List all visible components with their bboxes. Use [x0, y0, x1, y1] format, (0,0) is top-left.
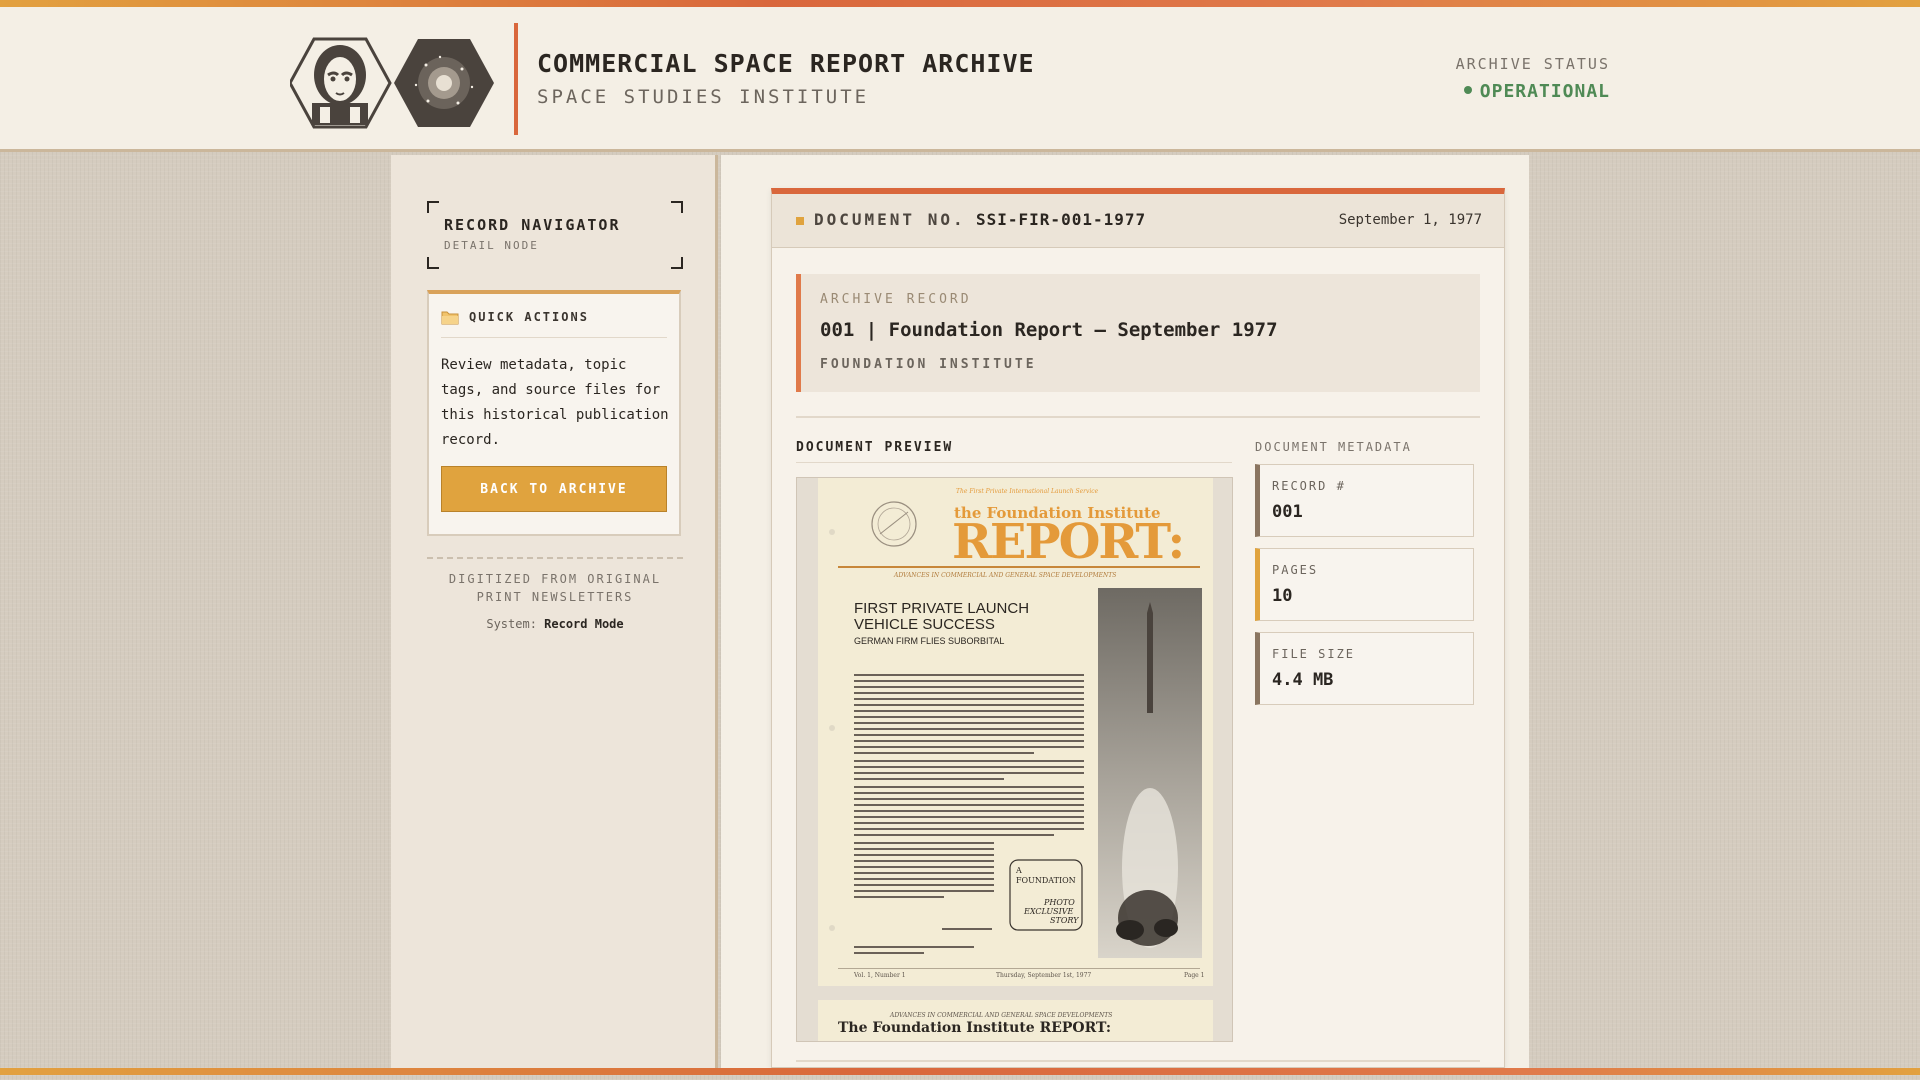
- system-label: System:: [486, 617, 537, 631]
- article-subhead: GERMAN FIRM FLIES SUBORBITAL: [854, 636, 1005, 646]
- bracket-corner-icon: [427, 257, 439, 269]
- page-footer-left: Vol. 1, Number 1: [854, 972, 906, 979]
- archive-status-label: ARCHIVE STATUS: [1455, 55, 1610, 73]
- quick-actions-title: QUICK ACTIONS: [469, 310, 589, 324]
- sidebar: RECORD NAVIGATOR DETAIL NODE QUICK ACTIO…: [391, 155, 718, 1068]
- archive-record-label: ARCHIVE RECORD: [820, 292, 972, 307]
- document-preview-frame[interactable]: The First Private International Launch S…: [796, 477, 1233, 1042]
- site-title: COMMERCIAL SPACE REPORT ARCHIVE: [537, 49, 1035, 78]
- sidebar-divider: [427, 557, 683, 559]
- archive-record-title: 001 | Foundation Report — September 1977: [820, 319, 1278, 341]
- back-to-archive-button[interactable]: BACK TO ARCHIVE: [441, 466, 667, 512]
- page2-tagline: ADVANCES IN COMMERCIAL AND GENERAL SPACE…: [890, 1012, 1113, 1019]
- folder-icon: [441, 311, 459, 325]
- metadata-record-number: RECORD # 001: [1255, 464, 1474, 537]
- status-dot-icon: [1463, 86, 1472, 94]
- document-number-value: SSI-FIR-001-1977: [976, 210, 1147, 229]
- header-divider: [514, 23, 518, 135]
- bottom-accent-stripe: [0, 1068, 1920, 1075]
- metadata-key: RECORD #: [1272, 479, 1346, 493]
- metadata-file-size: FILE SIZE 4.4 MB: [1255, 632, 1474, 705]
- metadata-value: 4.4 MB: [1272, 670, 1334, 690]
- document-preview-label: DOCUMENT PREVIEW: [796, 440, 954, 455]
- document-number-label: DOCUMENT NO.: [814, 210, 966, 229]
- site-header: COMMERCIAL SPACE REPORT ARCHIVE SPACE ST…: [0, 7, 1920, 152]
- page-footer-right: Page 1: [1184, 972, 1205, 979]
- bracket-corner-icon: [671, 257, 683, 269]
- archive-record-org: FOUNDATION INSTITUTE: [820, 357, 1037, 372]
- preview-rule: [796, 462, 1232, 463]
- document-bottom-rule: [796, 1060, 1480, 1062]
- badge-line-1: A: [1016, 866, 1022, 875]
- quick-actions-card: QUICK ACTIONS Review metadata, topic tag…: [427, 290, 681, 536]
- badge-line-5: STORY: [1050, 916, 1079, 925]
- rocket-launch-photo: [1098, 588, 1202, 958]
- article-headline-1: FIRST PRIVATE LAUNCH: [854, 600, 1030, 617]
- document-metadata-label: DOCUMENT METADATA: [1255, 440, 1412, 454]
- navigator-subtitle: DETAIL NODE: [444, 239, 539, 252]
- page-footer-mid: Thursday, September 1st, 1977: [996, 972, 1092, 979]
- system-value: Record Mode: [544, 617, 624, 631]
- archive-record-box: ARCHIVE RECORD 001 | Foundation Report —…: [796, 274, 1480, 392]
- institute-logo: [290, 37, 494, 129]
- bracket-corner-icon: [427, 201, 439, 213]
- site-subtitle: SPACE STUDIES INSTITUTE: [537, 86, 870, 108]
- masthead-title: REPORT:: [952, 514, 1185, 570]
- section-divider: [796, 416, 1480, 418]
- galaxy-hexagon-icon: [394, 39, 494, 127]
- metadata-value: 001: [1272, 502, 1303, 522]
- metadata-value: 10: [1272, 586, 1293, 606]
- record-navigator: RECORD NAVIGATOR DETAIL NODE: [427, 201, 683, 269]
- masthead-top-line: The First Private International Launch S…: [956, 488, 1099, 495]
- square-bullet-icon: [796, 217, 804, 225]
- status-text: OPERATIONAL: [1479, 81, 1610, 102]
- digitized-note: DIGITIZED FROM ORIGINAL PRINT NEWSLETTER…: [448, 572, 662, 604]
- masthead-tagline: ADVANCES IN COMMERCIAL AND GENERAL SPACE…: [894, 572, 1117, 579]
- metadata-key: PAGES: [1272, 563, 1319, 577]
- archive-status-value: OPERATIONAL: [1400, 81, 1610, 102]
- badge-line-3: PHOTO: [1044, 898, 1075, 907]
- navigator-title: RECORD NAVIGATOR: [444, 216, 621, 234]
- article-headline-2: VEHICLE SUCCESS: [854, 616, 995, 633]
- system-mode: System: Record Mode: [427, 617, 683, 631]
- quick-actions-description: Review metadata, topic tags, and source …: [441, 357, 669, 448]
- quick-actions-header: QUICK ACTIONS: [441, 308, 667, 338]
- badge-line-2: FOUNDATION: [1016, 876, 1076, 885]
- metadata-key: FILE SIZE: [1272, 647, 1356, 661]
- page2-title: The Foundation Institute REPORT:: [838, 1020, 1112, 1036]
- newsletter-page-1: The First Private International Launch S…: [818, 478, 1213, 986]
- newsletter-page-2: ADVANCES IN COMMERCIAL AND GENERAL SPACE…: [818, 1000, 1213, 1041]
- bracket-corner-icon: [671, 201, 683, 213]
- astronaut-hexagon-icon: [290, 37, 392, 129]
- document-header: DOCUMENT NO. SSI-FIR-001-1977 September …: [772, 194, 1504, 248]
- top-accent-stripe: [0, 0, 1920, 7]
- badge-line-4: EXCLUSIVE: [1024, 907, 1074, 916]
- document-date: September 1, 1977: [1338, 212, 1482, 228]
- metadata-pages: PAGES 10: [1255, 548, 1474, 621]
- document-card: DOCUMENT NO. SSI-FIR-001-1977 September …: [771, 188, 1505, 1068]
